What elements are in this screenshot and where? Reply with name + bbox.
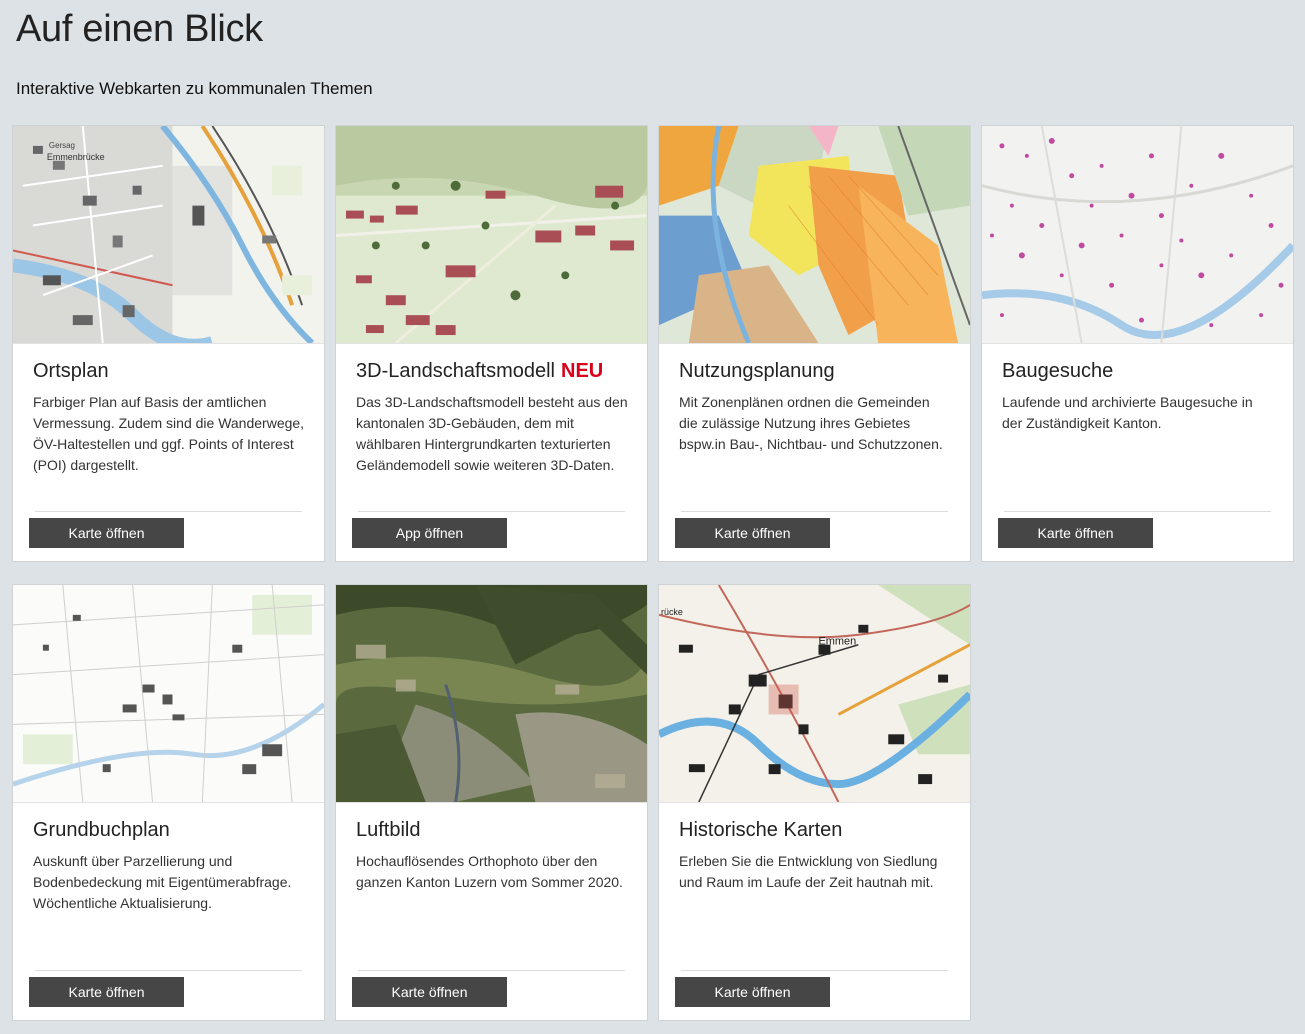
card-description: Hochauflösendes Orthophoto über den ganz… xyxy=(356,853,623,890)
card-description: Mit Zonenplänen ordnen die Gemeinden die… xyxy=(679,394,943,452)
map-label-gersag: Gersag xyxy=(49,141,75,150)
card-ortsplan: Gersag Emmenbrücke Ortsplan Farbiger Pla… xyxy=(12,125,325,562)
card-description: Erleben Sie die Entwicklung von Siedlung… xyxy=(679,853,938,890)
card-title: Nutzungsplanung xyxy=(679,360,835,382)
card-title: Baugesuche xyxy=(1002,360,1114,382)
page-subtitle: Interaktive Webkarten zu kommunalen Them… xyxy=(16,79,373,98)
map-card-grid: Gersag Emmenbrücke Ortsplan Farbiger Pla… xyxy=(12,125,1294,1021)
card-grundbuchplan: Grundbuchplan Auskunft über Parzellierun… xyxy=(12,584,325,1021)
open-map-button[interactable]: Karte öffnen xyxy=(29,977,184,1007)
new-badge: NEU xyxy=(561,360,604,382)
zoning-map-thumbnail[interactable] xyxy=(659,126,970,344)
open-map-button[interactable]: Karte öffnen xyxy=(29,518,184,548)
map-label-bruecke: rücke xyxy=(661,607,683,617)
open-map-button[interactable]: Karte öffnen xyxy=(675,518,830,548)
page-title: Auf einen Blick xyxy=(16,8,263,50)
card-divider xyxy=(1004,511,1271,512)
aerial-photo-thumbnail[interactable] xyxy=(336,585,647,803)
card-divider xyxy=(681,511,948,512)
card-3d-landschaftsmodell: 3D-Landschaftsmodell NEU Das 3D-Landschaf… xyxy=(335,125,648,562)
card-description: Das 3D-Landschaftsmodell besteht aus den… xyxy=(356,394,628,473)
card-title: Luftbild xyxy=(356,819,421,841)
card-title: Ortsplan xyxy=(33,360,109,382)
card-luftbild: Luftbild Hochauflösendes Orthophoto über… xyxy=(335,584,648,1021)
card-title: Historische Karten xyxy=(679,819,843,841)
open-app-button[interactable]: App öffnen xyxy=(352,518,507,548)
card-divider xyxy=(35,511,302,512)
historic-topo-map-thumbnail[interactable]: Emmen rücke xyxy=(659,585,970,803)
card-description: Auskunft über Parzellierung und Bodenbed… xyxy=(33,853,292,911)
building-permits-thumbnail[interactable] xyxy=(982,126,1293,344)
card-divider xyxy=(681,970,948,971)
open-map-button[interactable]: Karte öffnen xyxy=(675,977,830,1007)
card-divider xyxy=(35,970,302,971)
3d-landscape-thumbnail[interactable] xyxy=(336,126,647,344)
open-map-button[interactable]: Karte öffnen xyxy=(998,518,1153,548)
card-title: Grundbuchplan xyxy=(33,819,170,841)
open-map-button[interactable]: Karte öffnen xyxy=(352,977,507,1007)
card-divider xyxy=(358,511,625,512)
card-baugesuche: Baugesuche Laufende und archivierte Baug… xyxy=(981,125,1294,562)
card-historische-karten: Emmen rücke Historische Karten Erleben S… xyxy=(658,584,971,1021)
card-nutzungsplanung: Nutzungsplanung Mit Zonenplänen ordnen d… xyxy=(658,125,971,562)
map-label-emmen: Emmen xyxy=(818,636,856,648)
city-street-map-thumbnail[interactable]: Gersag Emmenbrücke xyxy=(13,126,324,344)
map-label-emmenbruecke: Emmenbrücke xyxy=(47,152,105,162)
card-description: Laufende und archivierte Baugesuche in d… xyxy=(1002,394,1253,431)
card-description: Farbiger Plan auf Basis der amtlichen Ve… xyxy=(33,394,305,473)
card-title: 3D-Landschaftsmodell NEU xyxy=(356,360,604,382)
card-divider xyxy=(358,970,625,971)
land-register-thumbnail[interactable] xyxy=(13,585,324,803)
